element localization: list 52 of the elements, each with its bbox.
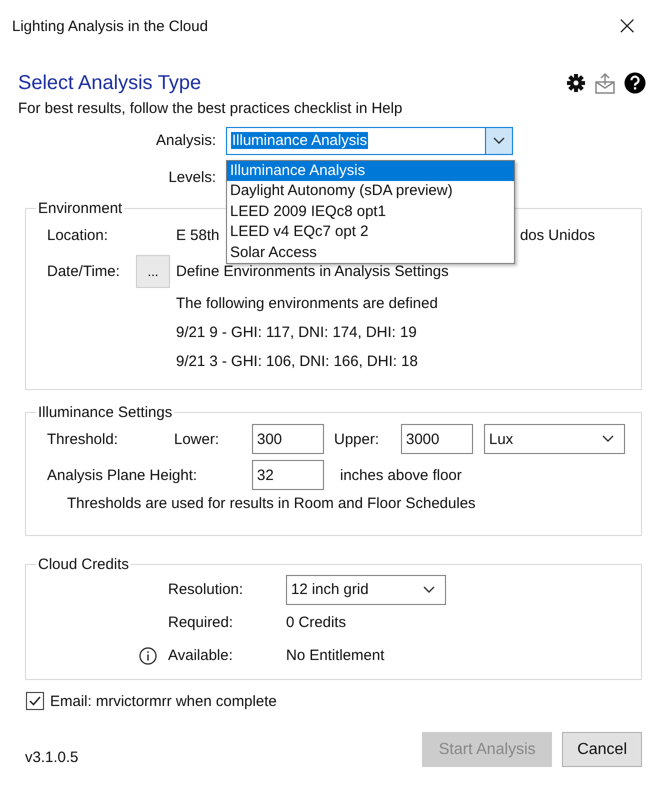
- analysis-option[interactable]: Solar Access: [227, 242, 514, 263]
- checkmark-icon: [28, 694, 42, 708]
- analysis-option[interactable]: Illuminance Analysis: [227, 160, 514, 181]
- email-label: Email: mrvictormrr when complete: [50, 692, 277, 710]
- email-checkbox[interactable]: [26, 692, 44, 710]
- location-value: E 58th: [176, 226, 220, 244]
- resolution-label: Resolution:: [168, 581, 244, 598]
- environment-text: 9/21 3 - GHI: 106, DNI: 166, DHI: 18: [176, 352, 419, 372]
- envelope-upload-icon[interactable]: [594, 72, 616, 94]
- close-button[interactable]: ×: [612, 11, 642, 41]
- location-label: Location:: [47, 226, 109, 244]
- location-value: dos Unidos: [520, 226, 595, 244]
- analysis-option[interactable]: Daylight Autonomy (sDA preview): [227, 181, 514, 202]
- lower-label: Lower:: [174, 430, 220, 448]
- levels-label: Levels:: [167, 169, 217, 186]
- version-text: v3.1.0.5: [25, 749, 80, 766]
- analysis-option[interactable]: LEED v4 EQc7 opt 2: [227, 222, 514, 242]
- upper-input-field[interactable]: 3000: [401, 424, 473, 454]
- chevron-down-icon: [602, 435, 614, 443]
- upper-label: Upper:: [334, 430, 380, 448]
- plane-height-input-field[interactable]: 32: [252, 460, 324, 490]
- plane-height-label: Analysis Plane Height:: [47, 466, 198, 484]
- resolution-dropdown[interactable]: 12 inch grid: [286, 574, 446, 604]
- analysis-label: Analysis:: [154, 132, 217, 149]
- threshold-note: Thresholds are used for results in Room and Floor Schedules: [67, 495, 477, 512]
- chevron-down-icon: [423, 586, 435, 594]
- datetime-text: Define Environments in Analysis Settings: [176, 262, 449, 280]
- window-title: Lighting Analysis in the Cloud: [12, 18, 208, 34]
- group-title: Cloud Credits: [37, 556, 130, 573]
- chevron-down-icon: [493, 136, 505, 144]
- info-icon: [139, 646, 157, 664]
- group-title: Illuminance Settings: [37, 404, 174, 421]
- datetime-label: Date/Time:: [47, 262, 121, 280]
- environment-text: The following environments are defined: [176, 294, 439, 314]
- environment-text: 9/21 9 - GHI: 117, DNI: 174, DHI: 19: [176, 323, 418, 343]
- hint-text: For best results, follow the best practices checklist in Help: [18, 100, 404, 119]
- dialog-button[interactable]: Cancel: [562, 732, 642, 767]
- plane-height-unit: inches above floor: [340, 466, 462, 484]
- help-icon[interactable]: [624, 72, 646, 94]
- analysis-dropdown[interactable]: Illuminance Analysis: [226, 126, 513, 154]
- required-label: Required:: [168, 614, 234, 631]
- threshold-label: Threshold:: [47, 430, 119, 448]
- available-value: No Entitlement: [286, 647, 384, 664]
- available-label: Available:: [168, 647, 234, 664]
- analysis-option[interactable]: LEED 2009 IEQc8 opt1: [227, 202, 514, 222]
- section-heading: Select Analysis Type: [18, 72, 202, 94]
- browse-button[interactable]: ...: [136, 254, 170, 288]
- lower-input-field[interactable]: 300: [252, 424, 324, 454]
- unit-dropdown[interactable]: Lux: [484, 424, 625, 454]
- group-title: Environment: [37, 200, 124, 217]
- settings-icon[interactable]: [566, 73, 586, 93]
- required-value: 0 Credits: [286, 614, 346, 631]
